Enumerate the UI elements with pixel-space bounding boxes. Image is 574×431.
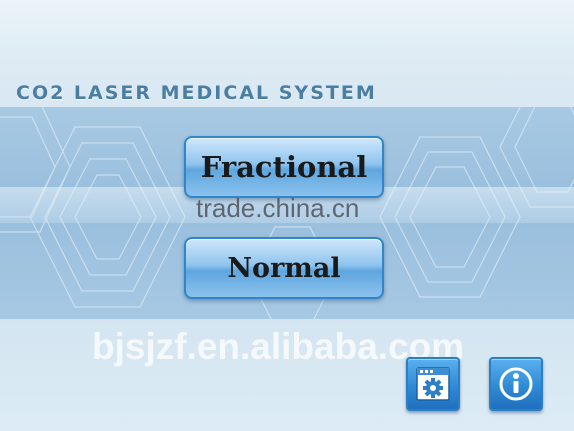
- settings-window-gear-icon: [416, 367, 450, 401]
- settings-button[interactable]: [406, 357, 460, 411]
- info-button[interactable]: [489, 357, 543, 411]
- system-title: CO2 LASER MEDICAL SYSTEM: [16, 82, 377, 104]
- info-icon: [499, 367, 533, 401]
- fractional-mode-button[interactable]: Fractional: [184, 136, 384, 198]
- normal-mode-button[interactable]: Normal: [184, 237, 384, 299]
